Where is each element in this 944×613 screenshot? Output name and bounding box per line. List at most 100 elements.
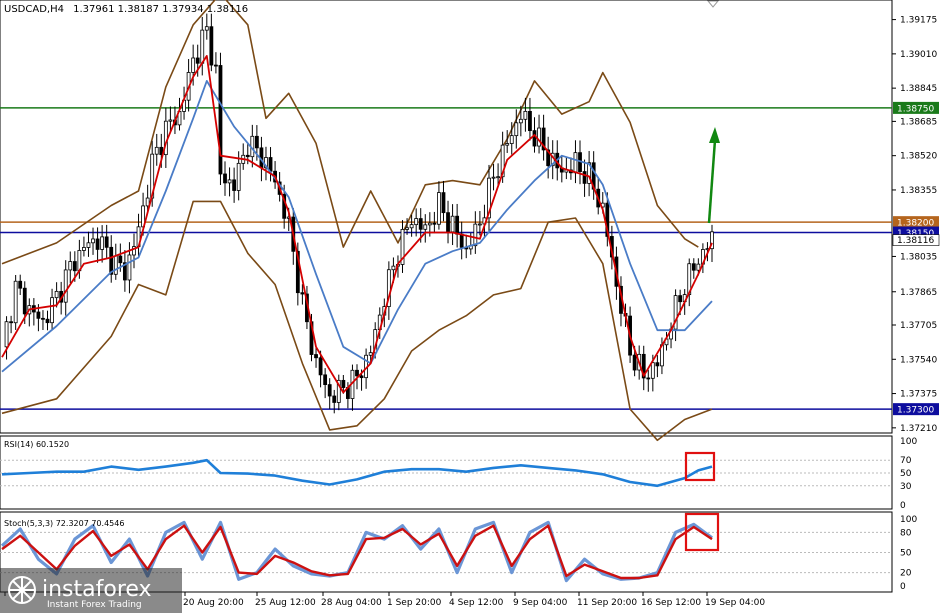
candle-body-128	[582, 171, 587, 184]
candle-body-97	[441, 192, 446, 214]
candle-body-45	[204, 26, 209, 31]
ohlc-values: 1.37961 1.38187 1.37934 1.38116	[73, 4, 248, 15]
price-tick-label-9: 1.37540	[900, 355, 937, 365]
candle-body-153	[696, 263, 701, 271]
candle-body-69	[314, 354, 318, 359]
candle-body-101	[459, 233, 464, 248]
candle-body-43	[195, 57, 200, 64]
candle-body-37	[168, 119, 173, 122]
candle-body-14	[63, 269, 68, 303]
candle-body-115	[523, 110, 528, 120]
stoch-tick-label-4: 0	[900, 582, 906, 592]
price-tick-label-11: 1.37210	[900, 424, 937, 434]
rsi-label: RSI(14) 60.1520	[4, 440, 69, 449]
candle-body-9	[41, 317, 45, 320]
watermark-tagline: Instant Forex Trading	[47, 600, 142, 610]
price-level-tag-label-0: 1.38750	[897, 104, 934, 114]
candle-body-94	[427, 222, 432, 226]
rsi-tick-label-2: 50	[900, 469, 912, 479]
price-tick-label-5: 1.38355	[900, 186, 937, 196]
price-level-tag-label-3: 1.37300	[897, 406, 934, 416]
candle-body-70	[318, 357, 323, 376]
candle-body-78	[355, 369, 359, 377]
symbol-label: USDCAD,H4	[4, 4, 64, 15]
candle-body-75	[341, 379, 346, 388]
candle-body-98	[446, 212, 450, 233]
candle-body-4	[18, 280, 23, 289]
price-chart[interactable]: 1.39175 1.39010 1.38845 1.38685 1.38520 1.383…	[0, 0, 944, 613]
candle-body-22	[100, 236, 105, 250]
instaforex-watermark: instaforex Instant Forex Trading	[0, 568, 182, 613]
time-tick-label-9: 19 Sep 04:00	[705, 598, 765, 608]
candle-body-149	[678, 295, 683, 303]
candle-body-32	[145, 197, 150, 207]
candle-body-152	[691, 263, 696, 271]
price-tick-label-0: 1.39175	[900, 16, 937, 26]
candle-body-50	[227, 179, 232, 184]
candle-body-91	[414, 218, 419, 226]
candle-body-49	[223, 173, 227, 184]
candle-body-48	[218, 65, 223, 175]
candle-body-11	[50, 297, 54, 324]
candle-body-71	[323, 374, 328, 385]
price-tick-label-7: 1.37865	[900, 288, 937, 298]
candle-body-104	[473, 223, 478, 247]
candle-body-34	[154, 146, 159, 155]
time-tick-label-8: 16 Sep 12:00	[641, 598, 701, 608]
candle-body-47	[214, 64, 218, 67]
candle-body-42	[191, 57, 196, 73]
candle-body-28	[127, 254, 132, 281]
candle-body-1	[4, 321, 9, 348]
chart-title: USDCAD,H4 1.37961 1.38187 1.37934 1.3811…	[4, 4, 248, 15]
candle-body-19	[86, 242, 91, 248]
candle-body-8	[36, 311, 41, 319]
candle-body-95	[432, 222, 437, 225]
stoch-tick-label-3: 20	[900, 569, 912, 579]
current-price-label: 1.38116	[897, 236, 934, 246]
candle-body-100	[455, 215, 460, 235]
stoch-axis: 100 80 50 20 0	[900, 515, 917, 592]
candle-body-111	[505, 143, 510, 146]
candle-body-93	[423, 224, 428, 230]
time-tick-label-2: 25 Aug 12:00	[255, 598, 316, 608]
instaforex-logo-icon	[8, 576, 36, 604]
candle-body-92	[418, 218, 423, 230]
candle-body-16	[72, 261, 77, 272]
candle-body-116	[528, 110, 532, 132]
candle-body-114	[518, 118, 523, 124]
candle-body-52	[236, 162, 241, 191]
main-pane[interactable]	[0, 0, 893, 434]
candle-body-90	[409, 224, 414, 229]
candle-body-54	[245, 154, 250, 158]
stoch-tick-label-2: 50	[900, 549, 912, 559]
price-tick-label-8: 1.37705	[900, 321, 937, 331]
candle-body-113	[514, 122, 519, 137]
time-tick-label-4: 1 Sep 20:00	[387, 598, 442, 608]
candle-body-20	[91, 238, 95, 244]
candle-body-112	[509, 135, 514, 144]
candle-body-72	[327, 384, 332, 397]
time-tick-label-6: 9 Sep 04:00	[513, 598, 568, 608]
time-tick-label-7: 11 Sep 20:00	[577, 598, 637, 608]
price-tick-label-10: 1.37375	[900, 390, 937, 400]
candle-body-66	[300, 292, 305, 295]
candle-body-5	[22, 287, 27, 315]
price-tick-label-2: 1.38845	[900, 84, 937, 94]
candle-body-142	[646, 377, 651, 380]
time-tick-label-1: 20 Aug 20:00	[183, 598, 244, 608]
candle-body-10	[45, 318, 50, 324]
candle-body-25	[113, 255, 118, 275]
rsi-tick-label-3: 30	[900, 482, 912, 492]
rsi-tick-label-1: 70	[900, 456, 912, 466]
stoch-label: Stoch(5,3,3) 72.3207 70.4546	[4, 519, 124, 528]
candle-body-26	[118, 255, 123, 264]
candle-body-18	[82, 247, 86, 251]
candle-body-23	[104, 236, 109, 248]
candle-body-143	[650, 362, 655, 379]
candle-body-117	[532, 130, 537, 147]
rsi-tick-label-4: 0	[900, 501, 906, 511]
candle-body-105	[477, 223, 482, 226]
price-tick-label-4: 1.38520	[900, 152, 937, 162]
time-tick-label-5: 4 Sep 12:00	[449, 598, 504, 608]
candle-body-79	[359, 375, 364, 379]
